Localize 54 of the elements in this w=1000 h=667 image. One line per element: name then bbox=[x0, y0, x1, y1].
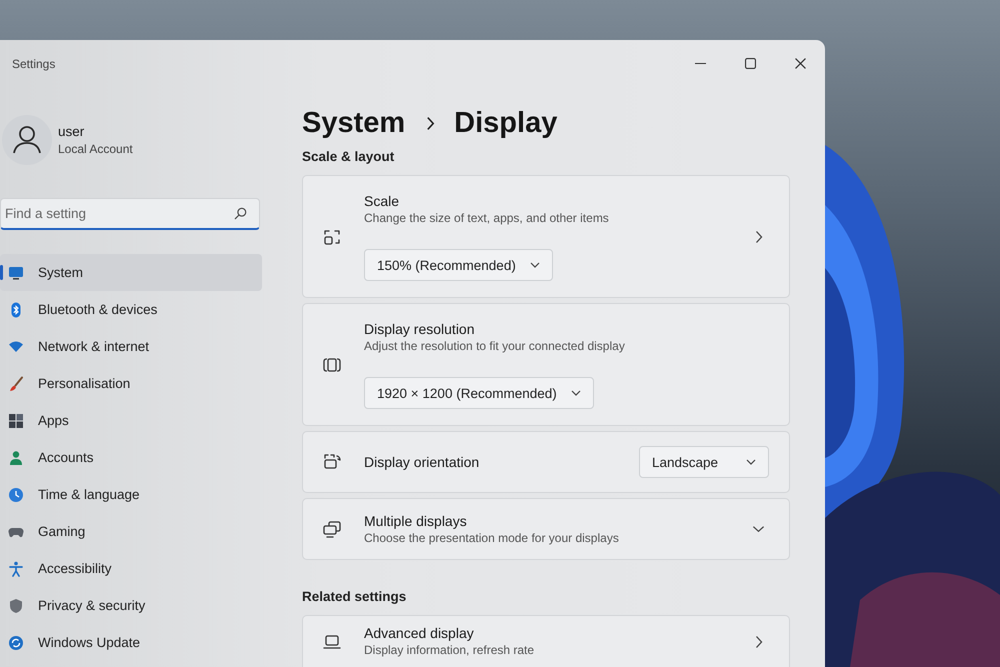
chevron-right-icon bbox=[426, 116, 436, 130]
shield-icon bbox=[8, 598, 24, 614]
brush-icon bbox=[8, 376, 24, 392]
breadcrumb-link[interactable]: System bbox=[302, 106, 406, 140]
caret-icon bbox=[530, 262, 540, 268]
sidebar-item[interactable]: Accounts bbox=[0, 439, 262, 476]
caret-icon bbox=[746, 459, 756, 465]
setting-description: Change the size of text, apps, and other items bbox=[364, 210, 609, 227]
dropdown[interactable]: 150% (Recommended) bbox=[364, 249, 553, 281]
caret-icon bbox=[570, 390, 581, 396]
sidebar-item[interactable]: Accessibility bbox=[0, 550, 262, 587]
sidebar-item[interactable]: Gaming bbox=[0, 513, 262, 550]
setting-title: Display orientation bbox=[364, 453, 480, 471]
sidebar-item[interactable]: System bbox=[0, 254, 262, 291]
setting-title: Multiple displays bbox=[364, 512, 467, 530]
dropdown[interactable]: Landscape bbox=[639, 446, 769, 478]
sidebar-item[interactable]: Time & language bbox=[0, 476, 262, 513]
accessibility-icon bbox=[8, 560, 24, 576]
setting-card[interactable]: Multiple displays Choose the presentation mode for your displays bbox=[302, 498, 790, 560]
user-name: user bbox=[58, 124, 86, 139]
sync-arrows-icon bbox=[8, 634, 24, 650]
sidebar-item[interactable]: Personalisation bbox=[0, 365, 262, 402]
search-icon bbox=[234, 207, 247, 220]
wifi-icon bbox=[8, 338, 24, 354]
setting-card[interactable]: Advanced display Display information, refresh rate bbox=[302, 615, 790, 667]
window-title: Settings bbox=[11, 57, 56, 71]
page-title: Display bbox=[454, 106, 558, 140]
close-icon bbox=[794, 58, 806, 68]
section-heading: Related settings bbox=[302, 588, 408, 606]
chevron-right-icon bbox=[755, 634, 763, 648]
setting-title: Scale bbox=[364, 192, 400, 210]
search-field[interactable]: Find a setting bbox=[0, 198, 260, 230]
maximize-icon bbox=[744, 58, 756, 68]
person-icon bbox=[8, 450, 24, 466]
section-heading: Scale & layout bbox=[302, 148, 396, 166]
avatar-icon bbox=[2, 115, 52, 165]
sidebar-item[interactable]: Privacy & security bbox=[0, 587, 262, 624]
dropdown[interactable]: 1920 × 1200 (Recommended) bbox=[364, 377, 594, 409]
setting-description: Adjust the resolution to fit your connected display bbox=[364, 338, 625, 355]
clock-icon bbox=[8, 486, 24, 502]
multiple-monitors-icon bbox=[322, 519, 342, 539]
setting-title: Advanced display bbox=[364, 624, 474, 642]
setting-description: Display information, refresh rate bbox=[364, 642, 534, 659]
app-grid-icon bbox=[8, 412, 24, 428]
setting-title: Display resolution bbox=[364, 320, 474, 338]
setting-description: Choose the presentation mode for your displays bbox=[364, 530, 619, 546]
sidebar-item[interactable]: Network & internet bbox=[0, 328, 262, 365]
selection-indicator bbox=[0, 265, 3, 280]
monitor-icon bbox=[8, 264, 24, 280]
account-type: Local Account bbox=[58, 142, 133, 156]
sidebar-item[interactable]: Apps bbox=[0, 402, 262, 439]
sidebar-item[interactable]: Bluetooth & devices bbox=[0, 291, 262, 328]
setting-card[interactable]: Scale Change the size of text, apps, and other items 150% (Recommended) bbox=[302, 175, 790, 298]
sidebar-item[interactable]: Windows Update bbox=[0, 624, 262, 661]
